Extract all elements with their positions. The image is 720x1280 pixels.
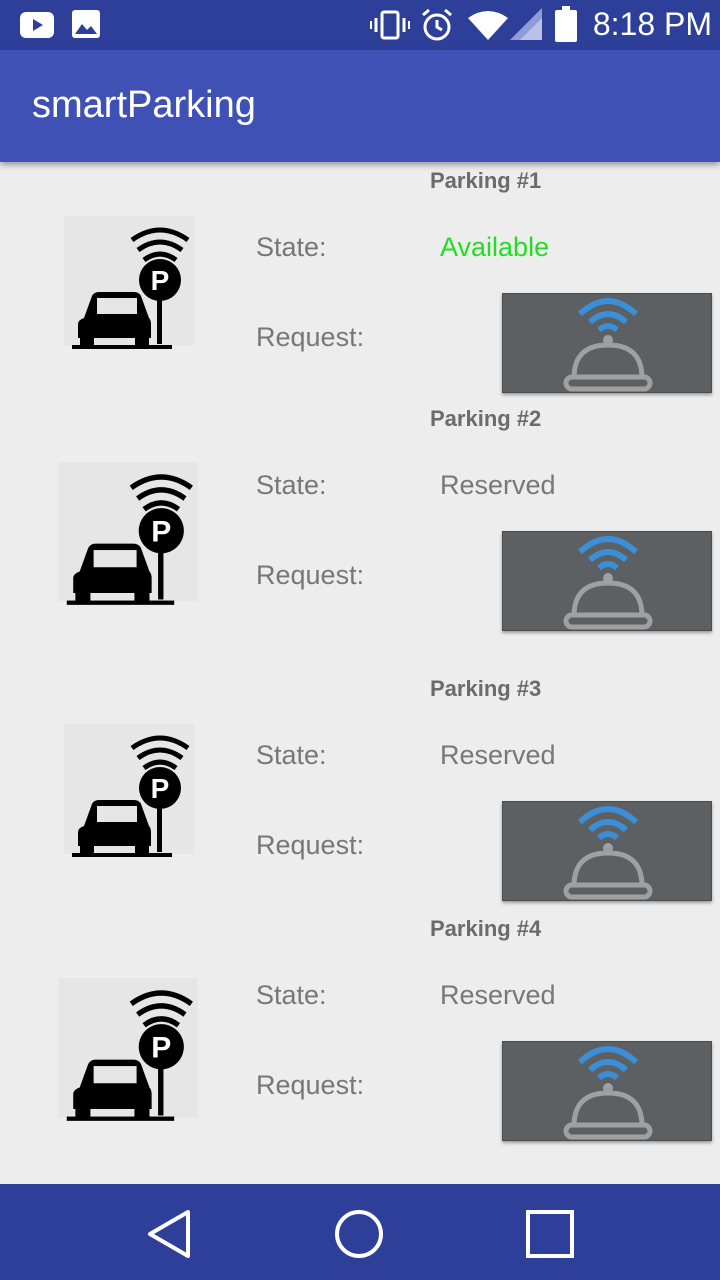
back-icon[interactable] — [140, 1204, 200, 1264]
smart-parking-icon: P — [58, 462, 198, 605]
app-bar: smartParking — [0, 50, 720, 162]
parking-list: Parking #1 P State: Available Request: P… — [0, 162, 720, 1184]
request-label: Request: — [256, 1070, 365, 1100]
svg-text:P: P — [151, 773, 170, 804]
status-time: 8:18 PM — [592, 6, 712, 42]
request-button[interactable] — [502, 1041, 712, 1141]
gallery-icon — [72, 10, 100, 38]
nav-bar — [0, 1184, 720, 1280]
state-value: Reserved — [440, 740, 556, 770]
parking-card: Parking #1 P State: Available Request: — [0, 162, 720, 402]
request-label: Request: — [256, 560, 365, 590]
recents-icon[interactable] — [520, 1204, 580, 1264]
request-button[interactable] — [502, 801, 712, 901]
svg-text:P: P — [151, 1031, 171, 1064]
service-bell-icon — [563, 298, 653, 392]
parking-title: Parking #1 — [430, 168, 542, 193]
wifi-icon — [468, 11, 508, 40]
home-icon[interactable] — [329, 1204, 389, 1264]
smart-parking-icon: P — [64, 216, 194, 349]
parking-title: Parking #4 — [430, 916, 542, 941]
status-bar: 8:18 PM — [0, 0, 720, 50]
service-bell-icon — [563, 806, 653, 900]
parking-card: Parking #3 P State: Reserved Request: — [0, 670, 720, 910]
parking-title: Parking #2 — [430, 406, 542, 431]
state-value: Reserved — [440, 980, 556, 1010]
vibrate-icon — [370, 10, 410, 40]
service-bell-icon — [563, 536, 653, 630]
cell-signal-icon — [510, 8, 542, 40]
parking-card: Parking #2 P State: Reserved Request: — [0, 400, 720, 640]
smart-parking-icon: P — [64, 724, 194, 857]
app-title: smartParking — [32, 84, 256, 126]
request-label: Request: — [256, 830, 365, 860]
svg-text:P: P — [151, 265, 170, 296]
parking-card: Parking #4 P State: Reserved Request: — [0, 910, 720, 1150]
battery-icon — [555, 6, 577, 42]
request-button[interactable] — [502, 293, 712, 393]
state-value: Reserved — [440, 470, 556, 500]
state-label: State: — [256, 232, 327, 262]
request-label: Request: — [256, 322, 365, 352]
parking-title: Parking #3 — [430, 676, 542, 701]
svg-text:P: P — [151, 515, 171, 548]
service-bell-icon — [563, 1046, 653, 1140]
youtube-icon — [20, 12, 54, 38]
smart-parking-icon: P — [58, 978, 198, 1121]
request-button[interactable] — [502, 531, 712, 631]
alarm-icon — [422, 8, 452, 41]
state-label: State: — [256, 740, 327, 770]
state-label: State: — [256, 980, 327, 1010]
state-value: Available — [440, 232, 550, 262]
state-label: State: — [256, 470, 327, 500]
